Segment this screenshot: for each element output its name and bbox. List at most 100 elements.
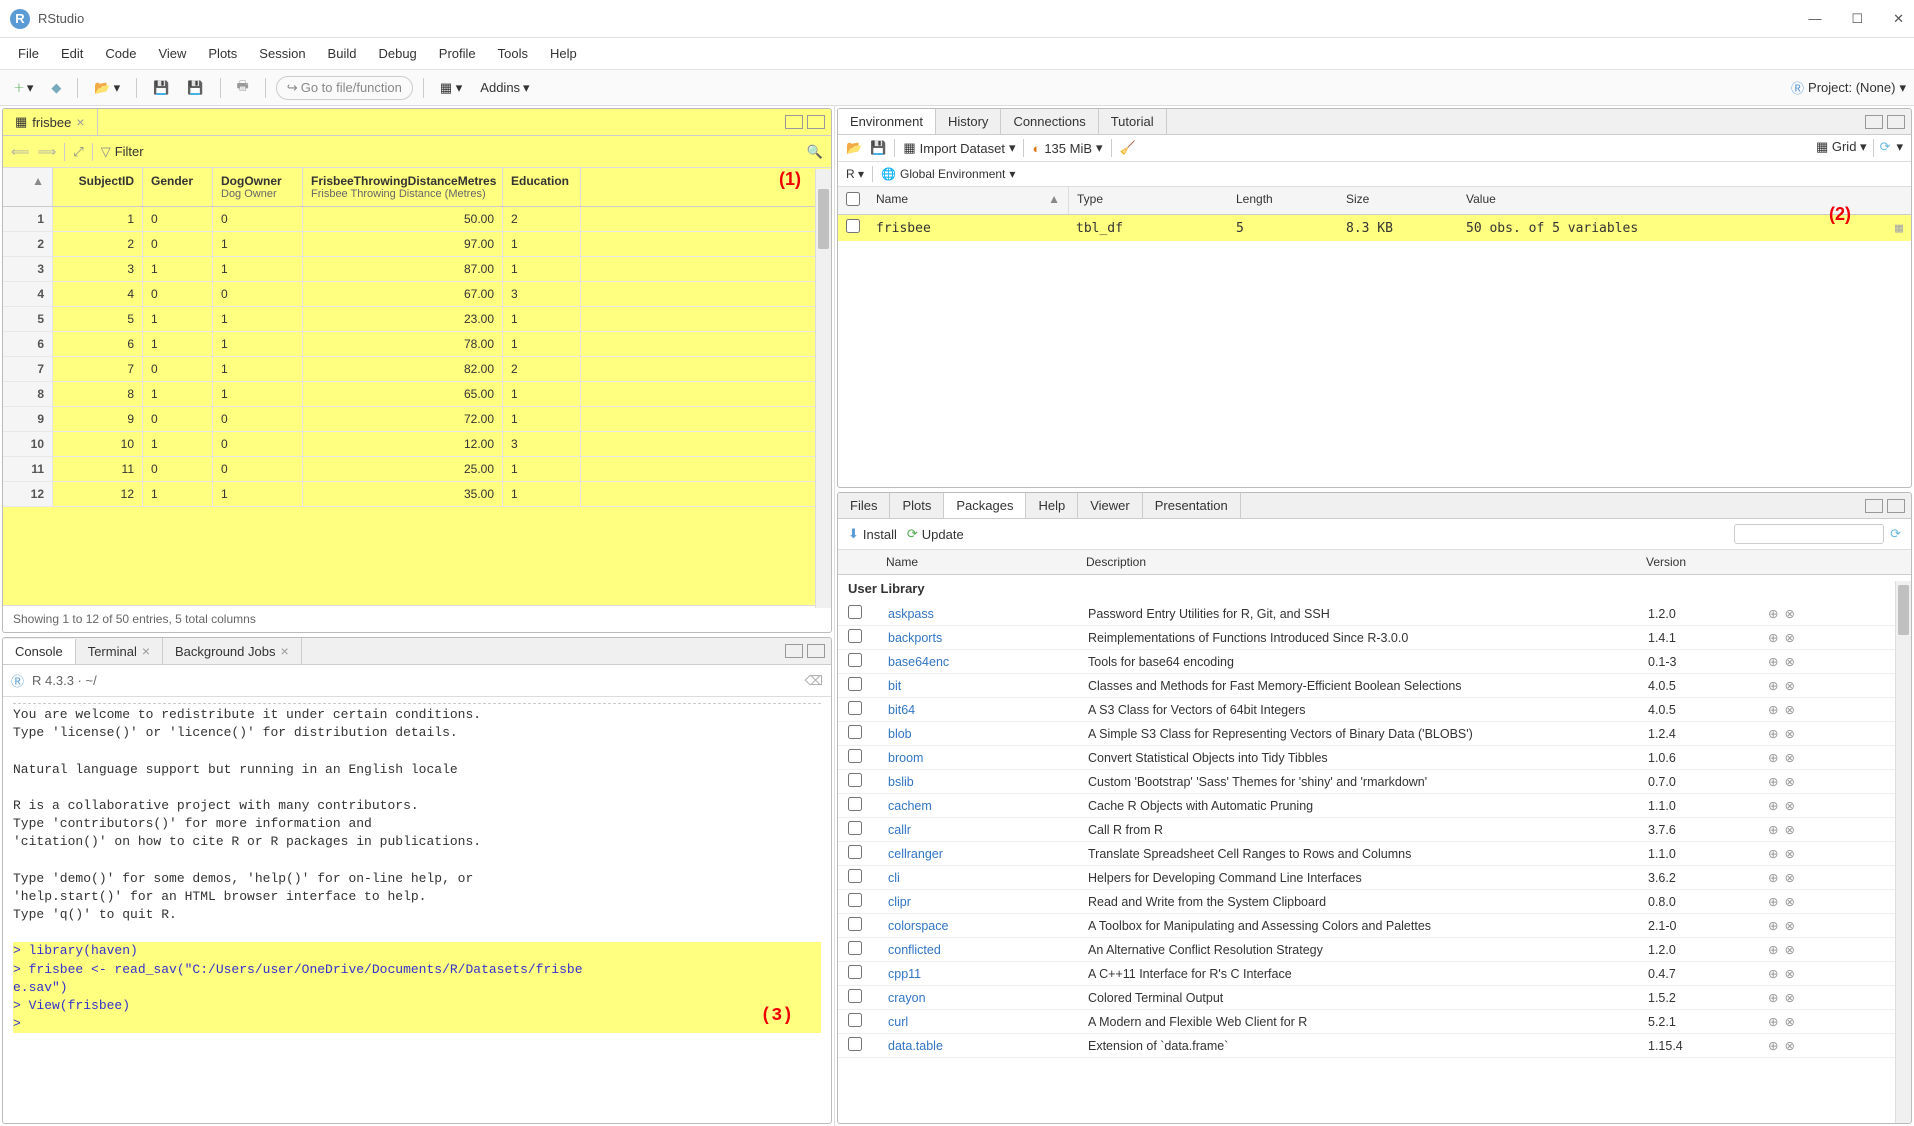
- background-jobs-tab[interactable]: Background Jobs×: [163, 638, 302, 664]
- web-icon[interactable]: ⊕: [1768, 774, 1778, 789]
- pkg-link[interactable]: backports: [888, 631, 942, 645]
- web-icon[interactable]: ⊕: [1768, 798, 1778, 813]
- memory-usage[interactable]: ◐ 135 MiB ▾: [1032, 140, 1102, 156]
- pkg-scrollbar[interactable]: [1895, 581, 1911, 1123]
- scope-menu[interactable]: 🌐 Global Environment ▾: [881, 167, 1015, 181]
- pkg-link[interactable]: cellranger: [888, 847, 943, 861]
- pkg-link[interactable]: colorspace: [888, 919, 948, 933]
- menu-plots[interactable]: Plots: [198, 42, 247, 65]
- pkg-link[interactable]: callr: [888, 823, 911, 837]
- pkg-checkbox[interactable]: [848, 773, 862, 787]
- pkg-link[interactable]: bit: [888, 679, 901, 693]
- remove-icon[interactable]: ⊗: [1784, 966, 1794, 981]
- addins-menu[interactable]: Addins ▾: [474, 77, 535, 99]
- remove-icon[interactable]: ⊗: [1784, 1038, 1794, 1053]
- goto-file-input[interactable]: ↪ Go to file/function: [276, 76, 413, 100]
- web-icon[interactable]: ⊕: [1768, 942, 1778, 957]
- maximize-pane-button[interactable]: [807, 115, 825, 129]
- environment-tab[interactable]: Environment: [838, 109, 936, 134]
- filter-button[interactable]: ▽ Filter: [101, 144, 144, 160]
- minimize-console-button[interactable]: [785, 644, 803, 658]
- clear-console-button[interactable]: ⌫: [805, 673, 823, 689]
- save-workspace-button[interactable]: 💾: [870, 140, 886, 156]
- refresh-env-button[interactable]: ⟳: [1880, 139, 1891, 157]
- print-button[interactable]: 🖶: [231, 74, 255, 102]
- close-button[interactable]: ✕: [1893, 11, 1904, 27]
- web-icon[interactable]: ⊕: [1768, 726, 1778, 741]
- import-dataset-button[interactable]: ▦ Import Dataset ▾: [903, 140, 1015, 156]
- table-row[interactable]: 10 10 1 0 12.00 3: [3, 432, 831, 457]
- col-rownum[interactable]: ▲: [3, 168, 53, 206]
- language-menu[interactable]: R ▾: [846, 167, 864, 181]
- save-all-button[interactable]: 💾: [181, 77, 209, 99]
- remove-icon[interactable]: ⊗: [1784, 678, 1794, 693]
- forward-button[interactable]: ⟹: [38, 144, 57, 160]
- back-button[interactable]: ⟸: [11, 144, 30, 160]
- load-workspace-button[interactable]: 📂: [846, 140, 862, 156]
- web-icon[interactable]: ⊕: [1768, 654, 1778, 669]
- remove-icon[interactable]: ⊗: [1784, 870, 1794, 885]
- env-row-frisbee[interactable]: frisbee tbl_df 5 8.3 KB 50 obs. of 5 var…: [838, 215, 1911, 241]
- pkg-link[interactable]: cli: [888, 871, 900, 885]
- table-row[interactable]: 5 5 1 1 23.00 1: [3, 307, 831, 332]
- table-row[interactable]: 12 12 1 1 35.00 1: [3, 482, 831, 507]
- minimize-env-button[interactable]: [1865, 115, 1883, 129]
- table-row[interactable]: 7 7 0 1 82.00 2: [3, 357, 831, 382]
- pkg-link[interactable]: askpass: [888, 607, 934, 621]
- view-data-icon[interactable]: ▦: [1895, 221, 1903, 236]
- pkg-link[interactable]: cpp11: [888, 967, 921, 981]
- web-icon[interactable]: ⊕: [1768, 822, 1778, 837]
- maximize-console-button[interactable]: [807, 644, 825, 658]
- table-row[interactable]: 2 2 0 1 97.00 1: [3, 232, 831, 257]
- remove-icon[interactable]: ⊗: [1784, 1014, 1794, 1029]
- source-tab-frisbee[interactable]: ▦ frisbee ×: [3, 109, 98, 135]
- web-icon[interactable]: ⊕: [1768, 894, 1778, 909]
- update-button[interactable]: ⟳ Update: [907, 526, 964, 542]
- maximize-pkg-button[interactable]: [1887, 499, 1905, 513]
- pkg-link[interactable]: broom: [888, 751, 923, 765]
- pkg-checkbox[interactable]: [848, 917, 862, 931]
- select-all-checkbox[interactable]: [846, 192, 860, 206]
- pkg-checkbox[interactable]: [848, 989, 862, 1003]
- pkg-link[interactable]: base64enc: [888, 655, 949, 669]
- data-viewer-body[interactable]: 1 1 0 0 50.00 22 2 0 1 97.00 13 3 1 1 87…: [3, 207, 831, 605]
- pkg-link[interactable]: conflicted: [888, 943, 941, 957]
- pkg-link[interactable]: data.table: [888, 1039, 943, 1053]
- web-icon[interactable]: ⊕: [1768, 750, 1778, 765]
- menu-session[interactable]: Session: [249, 42, 315, 65]
- web-icon[interactable]: ⊕: [1768, 1014, 1778, 1029]
- pkg-checkbox[interactable]: [848, 821, 862, 835]
- remove-icon[interactable]: ⊗: [1784, 942, 1794, 957]
- remove-icon[interactable]: ⊗: [1784, 606, 1794, 621]
- pkg-checkbox[interactable]: [848, 869, 862, 883]
- web-icon[interactable]: ⊕: [1768, 630, 1778, 645]
- data-viewer-scrollbar[interactable]: [815, 169, 831, 608]
- new-project-button[interactable]: ◆: [45, 77, 67, 99]
- menu-view[interactable]: View: [148, 42, 196, 65]
- menu-edit[interactable]: Edit: [51, 42, 93, 65]
- pkg-checkbox[interactable]: [848, 749, 862, 763]
- web-icon[interactable]: ⊕: [1768, 702, 1778, 717]
- remove-icon[interactable]: ⊗: [1784, 654, 1794, 669]
- minimize-pane-button[interactable]: [785, 115, 803, 129]
- web-icon[interactable]: ⊕: [1768, 870, 1778, 885]
- pkg-checkbox[interactable]: [848, 1037, 862, 1051]
- clear-workspace-button[interactable]: 🧹: [1120, 140, 1136, 156]
- open-file-button[interactable]: 📂▾: [88, 77, 126, 99]
- packages-tab[interactable]: Packages: [944, 493, 1026, 518]
- install-button[interactable]: ⬇ Install: [848, 526, 897, 542]
- maximize-button[interactable]: ☐: [1851, 11, 1863, 27]
- menu-debug[interactable]: Debug: [368, 42, 426, 65]
- pkg-link[interactable]: bit64: [888, 703, 915, 717]
- pkg-checkbox[interactable]: [848, 941, 862, 955]
- show-in-new-window-button[interactable]: ⤢: [73, 144, 83, 160]
- menu-build[interactable]: Build: [318, 42, 367, 65]
- web-icon[interactable]: ⊕: [1768, 678, 1778, 693]
- table-row[interactable]: 11 11 0 0 25.00 1: [3, 457, 831, 482]
- view-mode-menu[interactable]: ▦ Grid ▾: [1816, 139, 1867, 157]
- menu-file[interactable]: File: [8, 42, 49, 65]
- plots-tab[interactable]: Plots: [890, 493, 944, 518]
- table-row[interactable]: 4 4 0 0 67.00 3: [3, 282, 831, 307]
- help-tab[interactable]: Help: [1026, 493, 1078, 518]
- menu-tools[interactable]: Tools: [488, 42, 538, 65]
